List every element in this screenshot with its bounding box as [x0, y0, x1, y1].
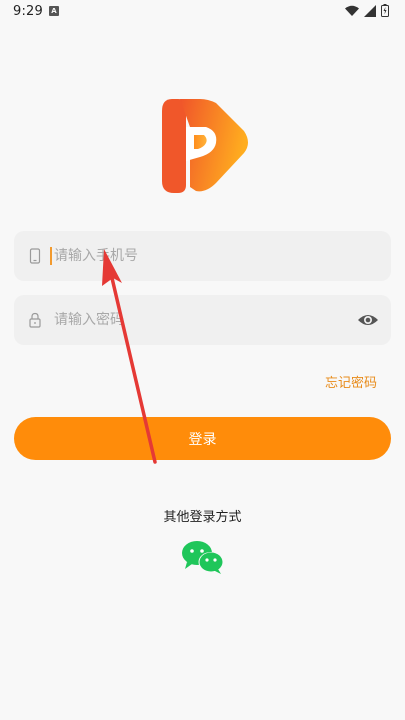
phone-input[interactable] [50, 231, 354, 281]
password-input[interactable] [50, 295, 354, 345]
app-logo-icon [162, 99, 248, 193]
signal-icon [364, 4, 376, 17]
phone-icon [29, 248, 41, 264]
lock-icon [29, 312, 41, 328]
login-button[interactable]: 登录 [14, 417, 391, 460]
status-icons [345, 4, 389, 17]
login-screen: 9:29 A 请输入手机号 忘记密码 登录 其他登录方式 [0, 0, 405, 720]
other-login-label: 其他登录方式 [163, 510, 242, 525]
wechat-icon[interactable] [181, 540, 225, 574]
battery-icon [381, 4, 389, 17]
eye-icon[interactable] [357, 310, 379, 330]
status-bar: 9:29 A [0, 0, 405, 26]
notification-icon: A [49, 6, 59, 16]
password-field[interactable] [14, 295, 391, 345]
forgot-password-link[interactable]: 忘记密码 [325, 372, 377, 391]
status-time: 9:29 [13, 4, 43, 19]
phone-field[interactable] [14, 231, 391, 281]
wifi-icon [345, 5, 359, 16]
